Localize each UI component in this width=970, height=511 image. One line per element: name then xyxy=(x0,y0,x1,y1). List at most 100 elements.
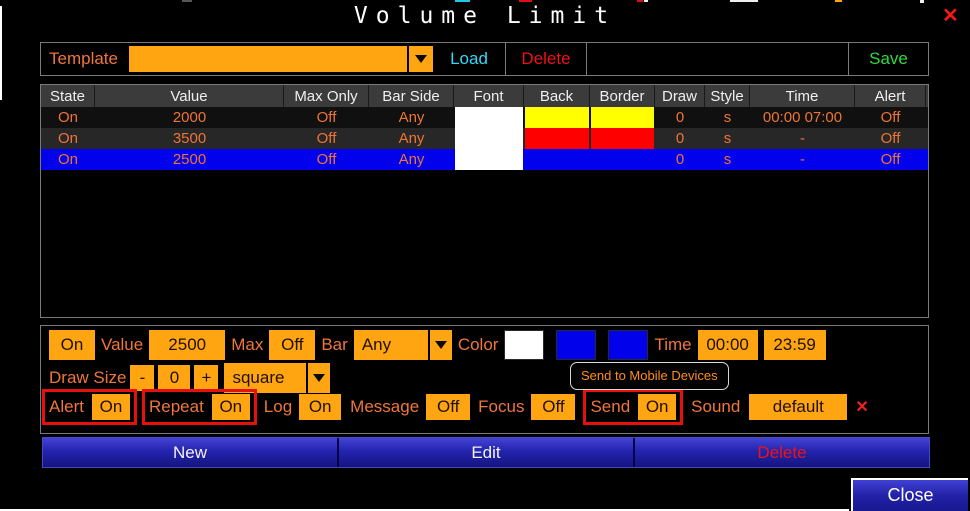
state-toggle[interactable]: On xyxy=(49,330,95,360)
close-button[interactable]: Close xyxy=(851,478,968,511)
cell-border-color xyxy=(590,107,655,128)
cell-time: - xyxy=(750,128,855,149)
cell-value: 3500 xyxy=(95,128,284,149)
editor-row-alerts: Alert On Repeat On Log On Message Off Fo… xyxy=(41,387,869,427)
chevron-down-icon xyxy=(313,374,325,382)
limits-table: State Value Max Only Bar Side Font Back … xyxy=(40,84,929,318)
time-start-field[interactable]: 00:00 xyxy=(698,330,758,360)
draw-style-value: square xyxy=(232,368,284,388)
table-row[interactable]: On 2000 Off Any 0 s 00:00 07:00 Off xyxy=(41,107,928,128)
send-toggle[interactable]: On xyxy=(638,394,676,420)
col-header: Border xyxy=(590,85,655,107)
col-header: Bar Side xyxy=(369,85,454,107)
highlight-box-repeat: Repeat On xyxy=(142,389,257,425)
highlight-box-send: Send On xyxy=(583,389,683,425)
template-name-field[interactable] xyxy=(586,43,848,75)
cell-alert: Off xyxy=(855,149,926,170)
cell-border-color xyxy=(590,149,655,170)
chevron-down-icon xyxy=(435,341,447,349)
alert-toggle[interactable]: On xyxy=(92,394,130,420)
font-color-swatch[interactable] xyxy=(504,330,544,360)
cell-max-only: Off xyxy=(284,107,369,128)
repeat-toggle[interactable]: On xyxy=(212,394,250,420)
cell-bar-side: Any xyxy=(369,149,454,170)
message-toggle[interactable]: Off xyxy=(426,394,470,420)
time-end-field[interactable]: 23:59 xyxy=(764,330,826,360)
max-label: Max xyxy=(231,335,263,355)
background-artifact xyxy=(455,0,470,2)
close-icon[interactable]: ✕ xyxy=(942,3,959,28)
col-header: Draw xyxy=(655,85,705,107)
sound-select-button[interactable]: default xyxy=(749,394,847,420)
cell-font-color xyxy=(454,149,524,170)
cell-font-color xyxy=(454,107,524,128)
cell-state: On xyxy=(41,107,95,128)
editor-row-main: On Value 2500 Max Off Bar Any Color Time… xyxy=(49,330,826,360)
value-field[interactable]: 2500 xyxy=(149,330,225,360)
col-header: Font xyxy=(454,85,524,107)
cell-value: 2000 xyxy=(95,107,284,128)
table-row[interactable]: On 3500 Off Any 0 s - Off xyxy=(41,128,928,149)
cell-style: s xyxy=(705,128,750,149)
focus-toggle[interactable]: Off xyxy=(531,394,575,420)
cell-draw: 0 xyxy=(655,149,705,170)
chevron-down-icon xyxy=(415,55,427,63)
cell-time: - xyxy=(750,149,855,170)
cell-max-only: Off xyxy=(284,128,369,149)
cell-state: On xyxy=(41,149,95,170)
cell-bar-side: Any xyxy=(369,128,454,149)
color-label: Color xyxy=(458,335,499,355)
clear-sound-icon[interactable]: ✕ xyxy=(855,397,868,417)
cell-border-color xyxy=(590,128,655,149)
cell-alert: Off xyxy=(855,107,926,128)
col-header: Value xyxy=(95,85,284,107)
message-label: Message xyxy=(350,397,419,417)
repeat-label: Repeat xyxy=(149,397,204,417)
col-header: Time xyxy=(750,85,855,107)
edit-button[interactable]: Edit xyxy=(337,438,633,467)
dropdown-button[interactable] xyxy=(428,330,452,360)
cell-bar-side: Any xyxy=(369,107,454,128)
col-header: Max Only xyxy=(284,85,369,107)
template-label: Template xyxy=(41,49,129,69)
cell-font-color xyxy=(454,128,524,149)
background-artifact xyxy=(730,0,758,2)
background-artifact xyxy=(644,0,648,2)
save-button[interactable]: Save xyxy=(848,43,928,75)
send-label: Send xyxy=(590,397,630,417)
background-artifact xyxy=(182,0,192,2)
alert-label: Alert xyxy=(49,397,84,417)
cell-max-only: Off xyxy=(284,149,369,170)
cell-alert: Off xyxy=(855,128,926,149)
delete-button[interactable]: Delete xyxy=(633,438,929,467)
delete-template-button[interactable]: Delete xyxy=(505,43,586,75)
sound-label: Sound xyxy=(691,397,740,417)
cell-back-color xyxy=(524,149,590,170)
back-color-swatch[interactable] xyxy=(556,330,596,360)
cell-style: s xyxy=(705,107,750,128)
border-color-swatch[interactable] xyxy=(608,330,648,360)
col-header: Alert xyxy=(855,85,926,107)
template-dropdown[interactable] xyxy=(129,46,433,72)
bar-label: Bar xyxy=(321,335,347,355)
load-button[interactable]: Load xyxy=(433,43,505,75)
tooltip-send-to-mobile: Send to Mobile Devices xyxy=(570,362,729,390)
template-bar: Template Load Delete Save xyxy=(40,42,929,76)
background-artifact xyxy=(835,0,842,2)
col-header: Back xyxy=(524,85,590,107)
table-row-selected[interactable]: On 2500 Off Any 0 s - Off xyxy=(41,149,928,170)
page-title: Volume Limit xyxy=(0,3,970,29)
bar-side-dropdown[interactable]: Any xyxy=(354,330,452,360)
editor-panel: On Value 2500 Max Off Bar Any Color Time… xyxy=(40,325,929,434)
draw-size-label: Draw Size xyxy=(49,368,126,388)
log-label: Log xyxy=(264,397,292,417)
value-label: Value xyxy=(101,335,143,355)
new-button[interactable]: New xyxy=(43,438,337,467)
bar-side-value: Any xyxy=(362,335,391,355)
log-toggle[interactable]: On xyxy=(299,394,341,420)
cell-draw: 0 xyxy=(655,107,705,128)
dropdown-button[interactable] xyxy=(407,46,433,72)
cell-time: 00:00 07:00 xyxy=(750,107,855,128)
col-header: State xyxy=(41,85,95,107)
max-toggle[interactable]: Off xyxy=(269,330,315,360)
